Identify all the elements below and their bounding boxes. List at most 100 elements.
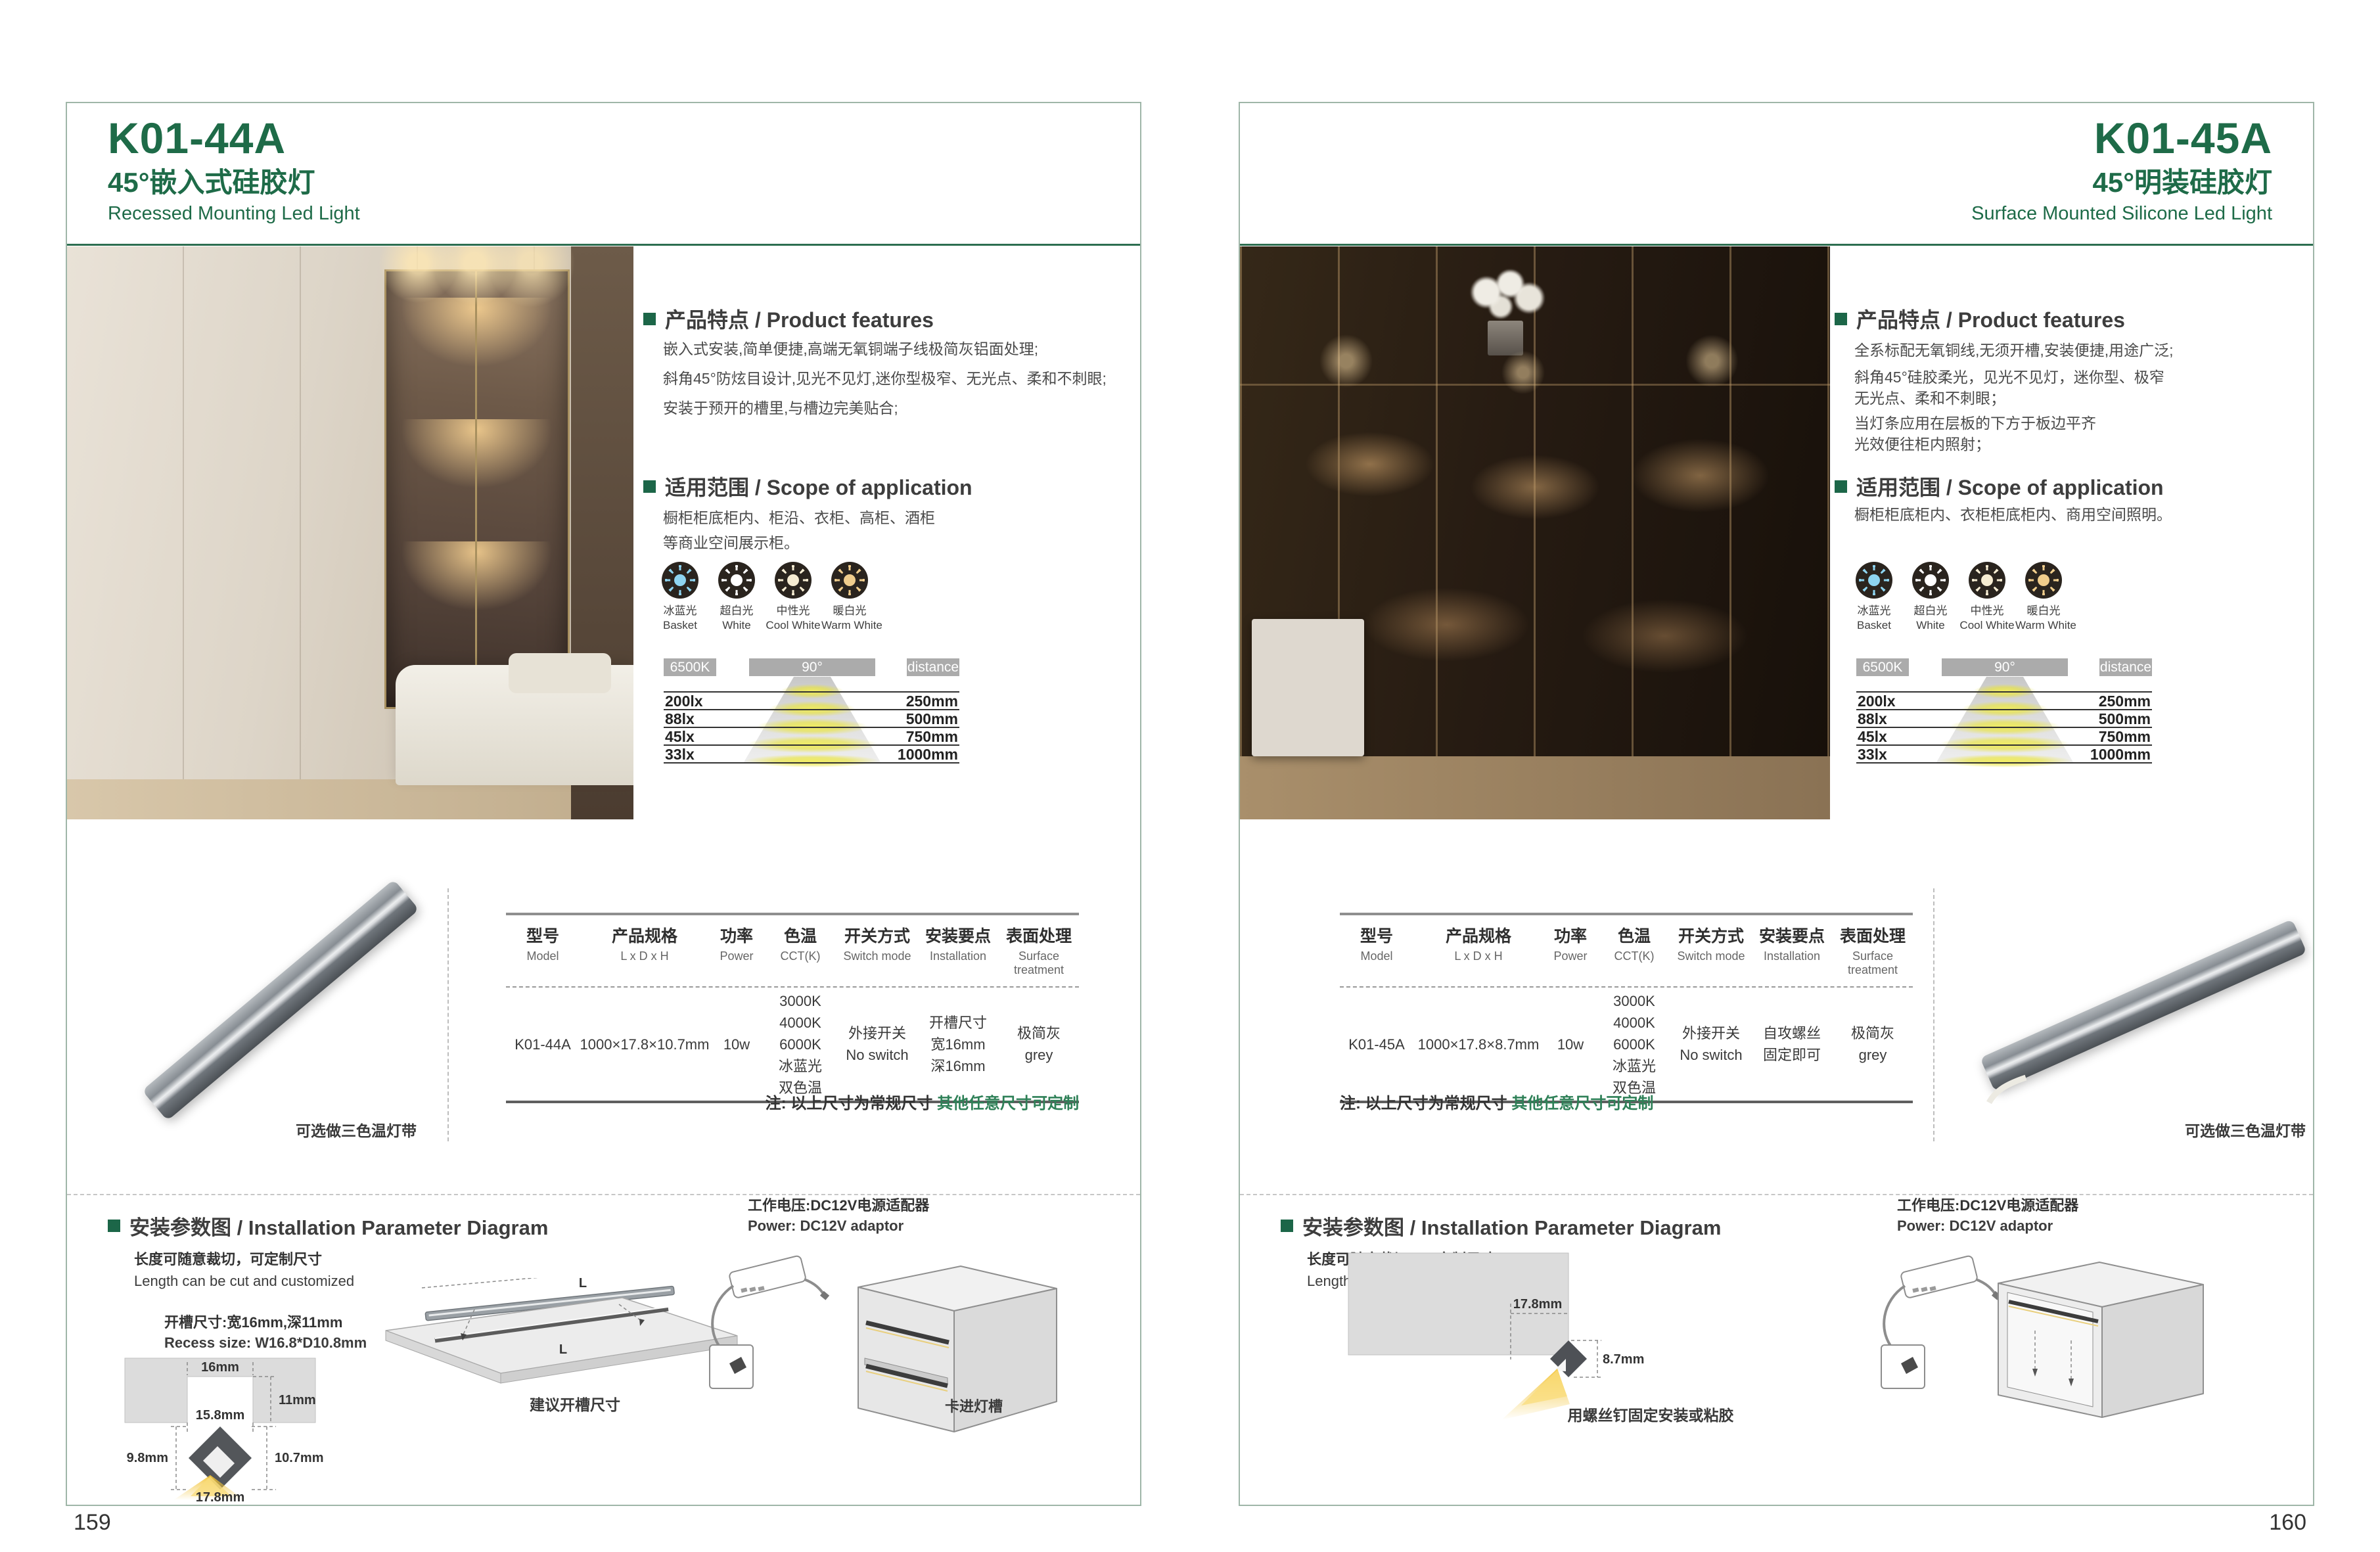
dim-label: 17.8mm (1513, 1297, 1563, 1312)
lux-value: 88lx (665, 710, 695, 728)
light-color-icon: 暖白光 Warm White (2015, 562, 2072, 633)
feature-line: 全系标配无氧铜线,无须开槽,安装便捷,用途广泛; (1854, 338, 2174, 360)
cell-surface: 极简灰 grey (1851, 1022, 1894, 1066)
col-header-cn: 产品规格 (1413, 923, 1544, 947)
install-header: 安装参数图 / Installation Parameter Diagram (108, 1211, 548, 1241)
section-bullet-icon (108, 1220, 120, 1232)
section-separator-dashed (1240, 1194, 2313, 1195)
light-color-icon: 冰蓝光 Basket (652, 562, 708, 633)
dim-label: 11mm (279, 1393, 316, 1407)
distance-value: 750mm (2099, 728, 2151, 746)
size-note: 注: 以上尺寸为常规尺寸 其他任意尺寸可定制 (506, 1090, 1079, 1113)
scope-header-label: 适用范围 / Scope of application (1856, 471, 2164, 501)
profile-product-image (1982, 888, 2265, 1112)
groove-length-label: L (559, 1342, 567, 1357)
section-bullet-icon (1281, 1220, 1293, 1232)
light-color-en: Warm White (2015, 618, 2072, 633)
groove-caption: 建议开槽尺寸 (493, 1392, 657, 1415)
feature-line: 光效便往柜内照射； (1854, 432, 1990, 454)
cell-model: K01-44A (515, 1034, 571, 1055)
col-header-en: Switch mode (837, 949, 917, 963)
feature-line: 斜角45°硅胶柔光，见光不见灯，迷你型、极窄 (1854, 365, 2164, 387)
size-note-custom: 其他任意尺寸可定制 (1511, 1095, 1653, 1112)
photometric-diagram: 200lx 250mm 88lx 500mm 45lx 750mm 33lx 1… (1856, 658, 2152, 769)
header-rule (67, 244, 1140, 246)
photo-spotlights (1240, 246, 1830, 819)
dim-label: 17.8mm (196, 1490, 245, 1503)
light-color-cn: 超白光 (1902, 604, 1959, 618)
light-color-cn: 冰蓝光 (652, 604, 708, 618)
light-color-icon: 暖白光 Warm White (821, 562, 878, 633)
lux-value: 33lx (665, 746, 695, 764)
profile-caption: 可选做三色温灯带 (2160, 1118, 2314, 1141)
light-color-en: Cool White (1959, 618, 2015, 633)
spec-table: 型号Model 产品规格L x D x H 功率Power 色温CCT(K) 开… (1340, 913, 1913, 1103)
power-note-cn: 工作电压:DC12V电源适配器 (1897, 1194, 2078, 1215)
distance-value: 500mm (906, 710, 958, 728)
recess-note-en: Recess size: W16.8*D10.8mm (164, 1335, 367, 1352)
section-bullet-icon (1835, 480, 1847, 493)
cell-install: 开槽尺寸 宽16mm 深16mm (929, 1012, 987, 1077)
length-note-cn: 长度可随意裁切，可定制尺寸 (134, 1248, 322, 1269)
col-header-en: Surface treatment (1833, 949, 1913, 977)
lux-value: 45lx (1858, 728, 1887, 746)
col-header-en: L x D x H (580, 949, 710, 963)
cell-surface: 极简灰 grey (1017, 1022, 1061, 1066)
sun-icon (1856, 562, 1892, 599)
col-header-en: Power (710, 949, 764, 963)
screw-caption: 用螺丝钉固定安装或粘胶 (1545, 1403, 1756, 1425)
size-note-custom: 其他任意尺寸可定制 (937, 1095, 1079, 1112)
page-left: K01-44A 45°嵌入式硅胶灯 Recessed Mounting Led … (66, 102, 1141, 1506)
sun-icon (1969, 562, 2005, 599)
feature-line: 斜角45°防炫目设计,见光不见灯,迷你型极窄、无光点、柔和不刺眼; (663, 366, 1107, 388)
col-header-cn: 型号 (1340, 923, 1413, 947)
light-color-cn: 中性光 (765, 604, 821, 618)
dim-label: 16mm (201, 1360, 239, 1375)
cabinet-caption: 卡进灯槽 (918, 1395, 1030, 1416)
scope-header: 适用范围 / Scope of application (1835, 471, 2164, 501)
feature-line: 当灯条应用在层板的下方于板边平齐 (1854, 411, 2096, 433)
light-color-en: Cool White (765, 618, 821, 633)
distance-value: 250mm (906, 693, 958, 710)
divider-dashed (1933, 888, 1934, 1141)
page-header-right: K01-45A 45°明装硅胶灯 Surface Mounted Silicon… (1971, 116, 2272, 223)
light-color-cn: 暖白光 (821, 604, 878, 618)
light-color-en: Basket (652, 618, 708, 633)
install-header-label: 安装参数图 / Installation Parameter Diagram (129, 1211, 548, 1241)
size-note-prefix: 注: 以上尺寸为常规尺寸 (766, 1095, 937, 1112)
cell-size: 1000×17.8×8.7mm (1418, 1034, 1540, 1055)
light-color-en: Warm White (821, 618, 878, 633)
col-header-cn: 开关方式 (837, 923, 917, 947)
light-color-icon: 中性光 Cool White (1959, 562, 2015, 633)
col-header-cn: 色温 (764, 923, 837, 947)
cell-install: 自攻螺丝 固定即可 (1763, 1022, 1821, 1066)
light-color-icons: 冰蓝光 Basket 超白光 White 中性光 Cool White 暖白光 … (652, 562, 888, 633)
power-note-en: Power: DC12V adaptor (1897, 1218, 2053, 1235)
cell-size: 1000×17.8×10.7mm (580, 1034, 710, 1055)
light-color-icon: 冰蓝光 Basket (1846, 562, 1902, 633)
features-header: 产品特点 / Product features (643, 304, 934, 334)
spec-table-row: K01-45A 1000×17.8×8.7mm 10w 3000K 4000K … (1340, 988, 1913, 1103)
light-color-cn: 冰蓝光 (1846, 604, 1902, 618)
features-header: 产品特点 / Product features (1835, 304, 2125, 334)
feature-line: 无光点、柔和不刺眼； (1854, 386, 2005, 408)
light-color-icon: 超白光 White (708, 562, 765, 633)
lux-value: 200lx (665, 693, 703, 710)
dim-label: 15.8mm (196, 1408, 245, 1423)
col-header-en: CCT(K) (1597, 949, 1671, 963)
spec-table-header: 型号Model 产品规格L x D x H 功率Power 色温CCT(K) 开… (1340, 913, 1913, 988)
profile-product-image (146, 888, 409, 1112)
beam-angle-bar: 90° (749, 658, 875, 676)
distance-value: 250mm (2099, 693, 2151, 710)
cabinet-install-diagram (1989, 1245, 2212, 1429)
section-bullet-icon (643, 313, 656, 325)
page-right: K01-45A 45°明装硅胶灯 Surface Mounted Silicon… (1239, 102, 2314, 1506)
photo-spotlights (67, 246, 633, 819)
col-header-en: Surface treatment (999, 949, 1079, 977)
spec-table-header: 型号Model 产品规格L x D x H 功率Power 色温CCT(K) 开… (506, 913, 1079, 988)
col-header-cn: 安装要点 (1751, 923, 1833, 947)
lux-value: 88lx (1858, 710, 1887, 728)
col-header-en: Model (1340, 949, 1413, 963)
features-header-label: 产品特点 / Product features (1856, 304, 2125, 334)
light-color-en: Basket (1846, 618, 1902, 633)
